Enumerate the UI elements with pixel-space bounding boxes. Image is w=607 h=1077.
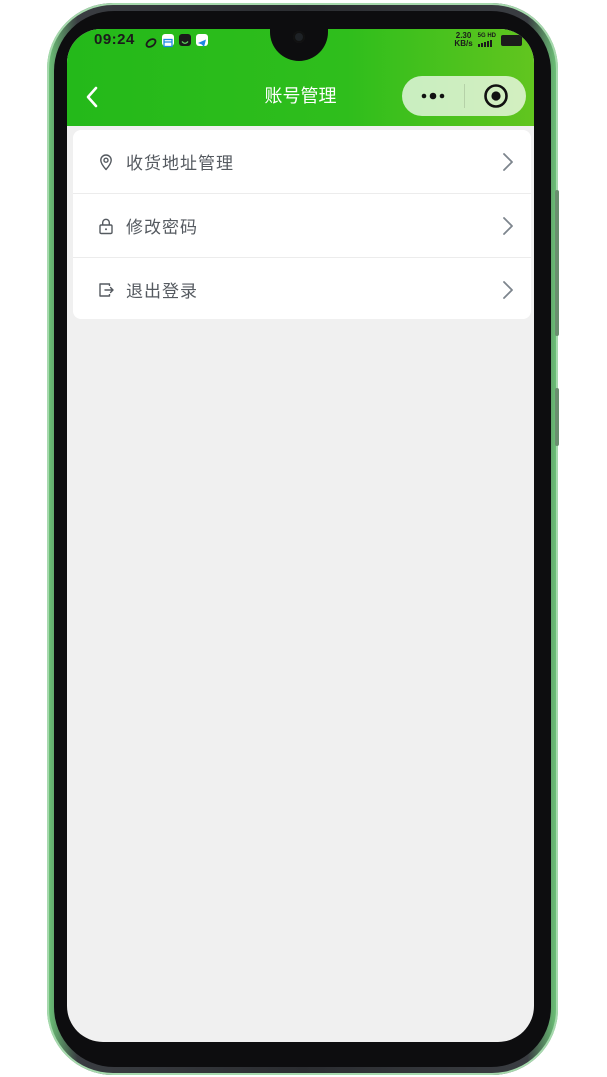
sync-icon bbox=[145, 34, 157, 48]
net-speed: 2.30 KB/s bbox=[454, 32, 472, 48]
telegram-icon bbox=[196, 34, 208, 47]
calendar-icon bbox=[162, 34, 174, 48]
camera-notch bbox=[270, 29, 328, 61]
notification-icons bbox=[145, 34, 208, 48]
front-camera bbox=[293, 31, 305, 43]
mini-program-capsule bbox=[402, 76, 526, 116]
volume-button bbox=[555, 190, 559, 336]
chevron-right-icon bbox=[503, 280, 513, 299]
menu-item-label: 修改密码 bbox=[126, 218, 198, 238]
menu-item-label: 退出登录 bbox=[126, 282, 198, 302]
close-miniprogram-button[interactable] bbox=[465, 76, 526, 116]
screen: 09:24 2.30 KB/s 5G HD 账号管理 收货地址管理 修改密码 退… bbox=[67, 29, 534, 1042]
power-button bbox=[555, 388, 559, 446]
menu-item-logout[interactable]: 退出登录 bbox=[73, 257, 531, 319]
menu-item-label: 收货地址管理 bbox=[126, 154, 234, 174]
chevron-right-icon bbox=[503, 216, 513, 235]
battery-icon bbox=[501, 34, 522, 46]
network-label: 5G HD bbox=[477, 33, 496, 39]
more-dots-icon bbox=[421, 92, 445, 100]
status-time: 09:24 bbox=[94, 31, 135, 48]
target-circle-icon bbox=[483, 84, 508, 108]
status-indicators: 2.30 KB/s 5G HD bbox=[454, 32, 522, 48]
chevron-right-icon bbox=[503, 152, 513, 171]
shopping-bag-icon bbox=[179, 34, 191, 46]
net-speed-unit: KB/s bbox=[454, 39, 473, 48]
more-button[interactable] bbox=[402, 76, 464, 116]
account-menu: 收货地址管理 修改密码 退出登录 bbox=[73, 130, 531, 319]
location-pin-icon bbox=[100, 153, 112, 170]
logout-icon bbox=[99, 282, 114, 297]
lock-icon bbox=[99, 218, 113, 234]
signal-bars-icon bbox=[477, 40, 496, 47]
menu-item-address[interactable]: 收货地址管理 bbox=[73, 130, 531, 193]
menu-item-change-password[interactable]: 修改密码 bbox=[73, 193, 531, 257]
network-signal: 5G HD bbox=[477, 33, 496, 47]
nav-header: 09:24 2.30 KB/s 5G HD 账号管理 bbox=[67, 29, 534, 126]
